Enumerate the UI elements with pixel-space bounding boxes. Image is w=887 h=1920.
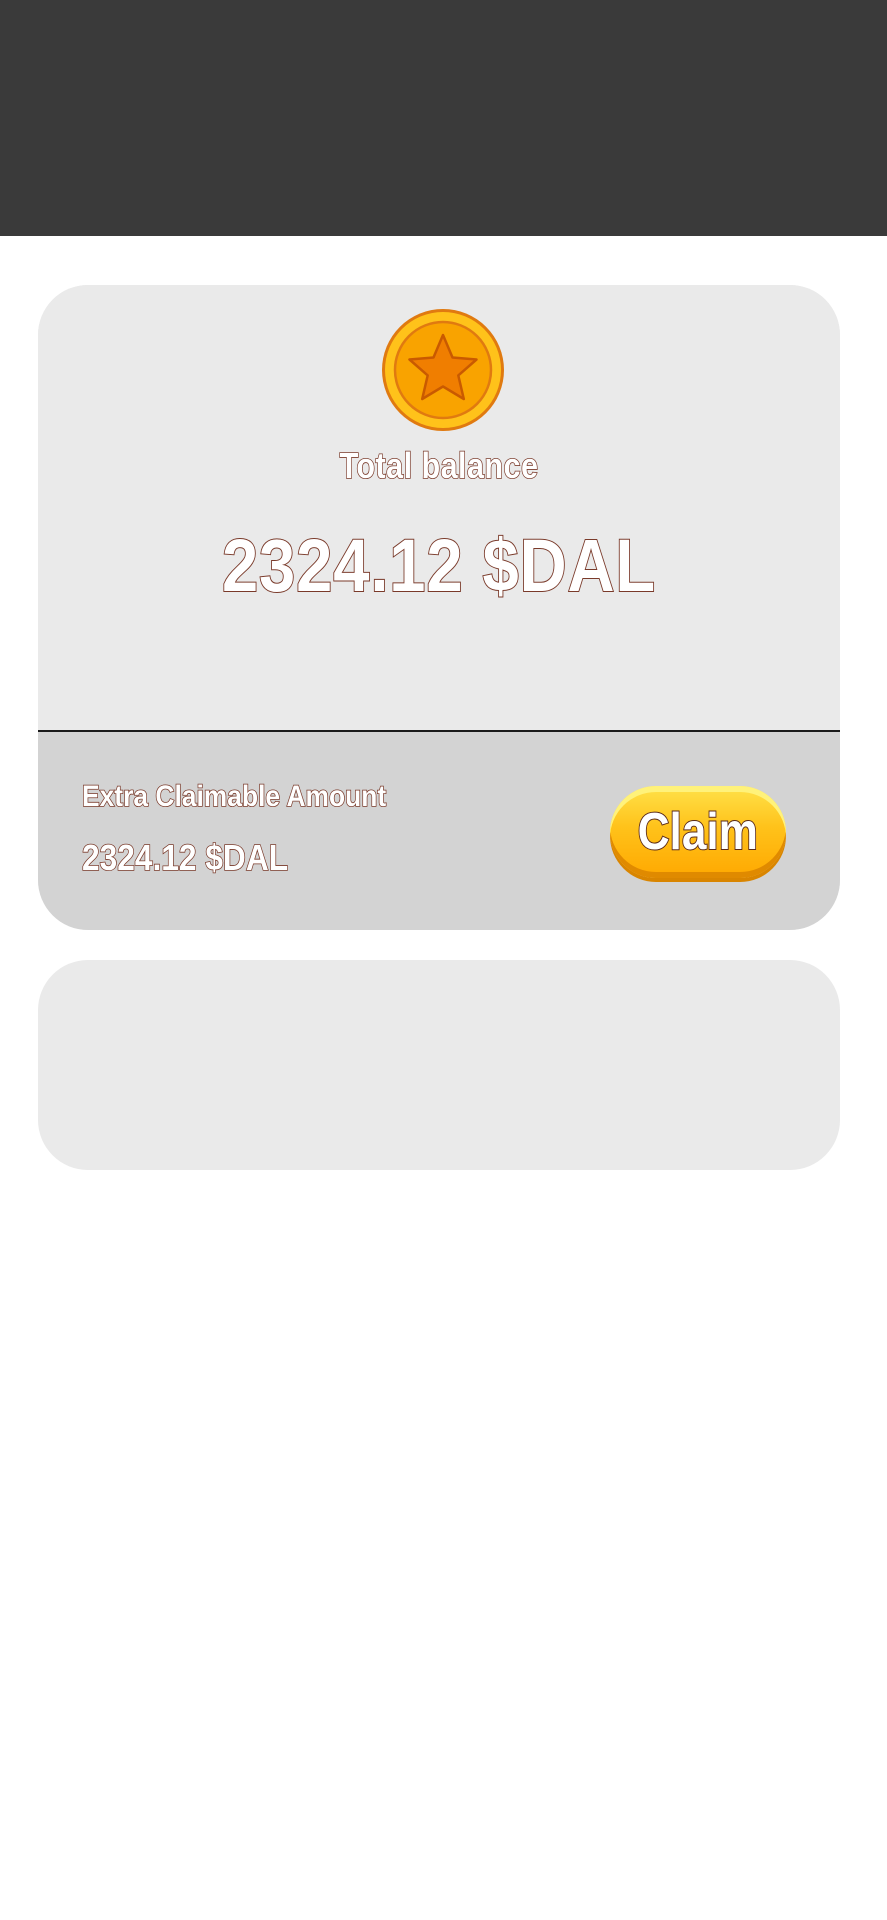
claim-section: Extra Claimable Amount 2324.12 $DAL Clai… — [38, 732, 840, 930]
balance-section: Total balance 2324.12 $DAL — [38, 285, 840, 731]
claim-button[interactable]: Claim — [610, 786, 786, 878]
claim-button-label: Claim — [637, 802, 759, 862]
total-balance-label: Total balance — [339, 444, 539, 487]
extra-claimable-label: Extra Claimable Amount — [81, 779, 387, 814]
total-balance-amount: 2324.12 $DAL — [221, 523, 657, 608]
empty-card — [38, 960, 840, 1170]
star-coin-icon — [382, 309, 504, 431]
balance-card: Total balance 2324.12 $DAL Extra Claimab… — [38, 285, 840, 930]
extra-claimable-amount: 2324.12 $DAL — [81, 836, 289, 879]
header-bar — [0, 0, 887, 236]
